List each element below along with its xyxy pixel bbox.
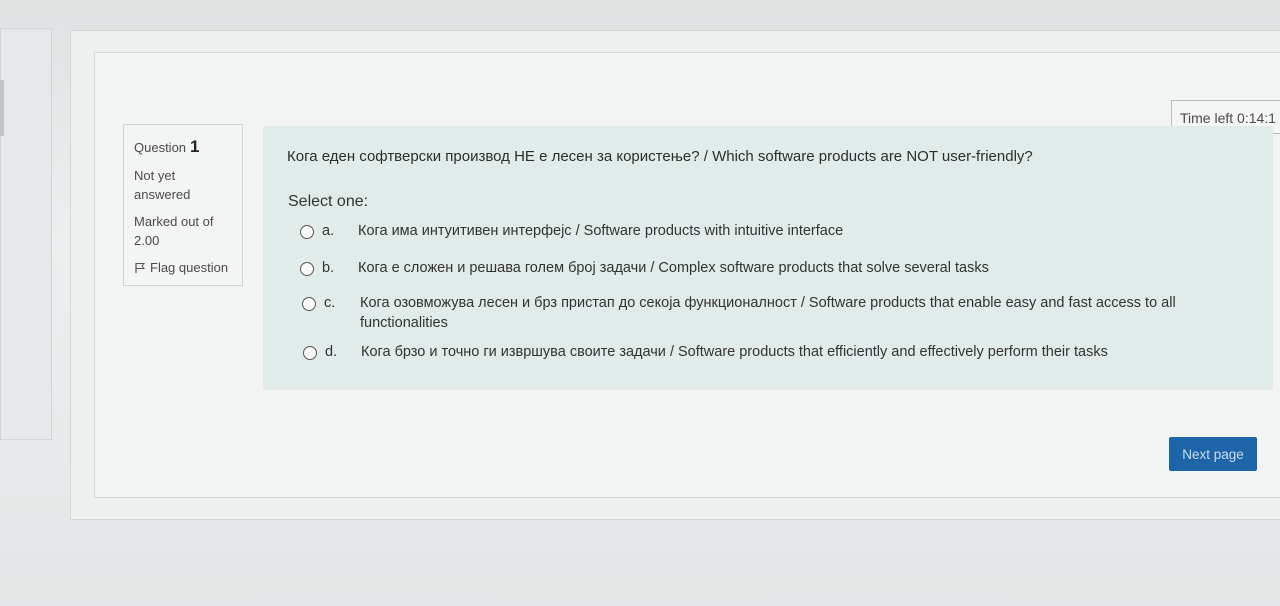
side-drawer-handle[interactable] <box>0 80 4 136</box>
flag-question-label: Flag question <box>150 260 229 275</box>
option-text: Кога брзо и точно ги извршува своите зад… <box>361 344 1108 360</box>
question-info: Question 1 Not yet answered Marked out o… <box>123 124 243 286</box>
quiz-page: Time left 0:14:1 Question 1 Not yet answ… <box>0 0 1280 606</box>
option-text: Кога озовможува лесен и брз пристап до с… <box>360 295 1176 331</box>
question-grade: Marked out of 2.00 <box>134 214 214 248</box>
answer-option-b[interactable]: b. Кога е сложен и решава голем број зад… <box>300 260 1200 278</box>
question-state: Not yet answered <box>134 168 191 202</box>
option-letter: b. <box>322 260 335 276</box>
flag-question-link[interactable]: Flag question <box>134 260 234 275</box>
flag-icon <box>134 262 146 274</box>
question-number-value: 1 <box>190 137 200 156</box>
option-text: Кога има интуитивен интерфејс / Software… <box>358 223 844 239</box>
answer-option-a[interactable]: a. Кога има интуитивен интерфејс / Softw… <box>300 223 1200 241</box>
option-letter: c. <box>324 295 336 311</box>
option-letter: a. <box>322 223 335 239</box>
answer-option-c[interactable]: c. Кога озовможува лесен и брз пристап д… <box>302 295 1202 333</box>
question-label: Question <box>134 140 187 155</box>
radio-icon[interactable] <box>300 262 314 276</box>
answer-option-d[interactable]: d. Кога брзо и точно ги извршува своите … <box>303 344 1203 362</box>
radio-icon[interactable] <box>303 346 317 360</box>
question-text: Кога еден софтверски производ НЕ е лесен… <box>287 148 1033 165</box>
radio-icon[interactable] <box>302 297 316 311</box>
option-text: Кога е сложен и решава голем број задачи… <box>358 260 989 276</box>
answer-prompt: Select one: <box>288 193 369 210</box>
question-number: Question 1 <box>134 137 234 157</box>
option-letter: d. <box>325 344 338 360</box>
next-page-button[interactable]: Next page <box>1169 437 1257 471</box>
radio-icon[interactable] <box>300 225 314 239</box>
left-side-panel <box>0 28 52 440</box>
